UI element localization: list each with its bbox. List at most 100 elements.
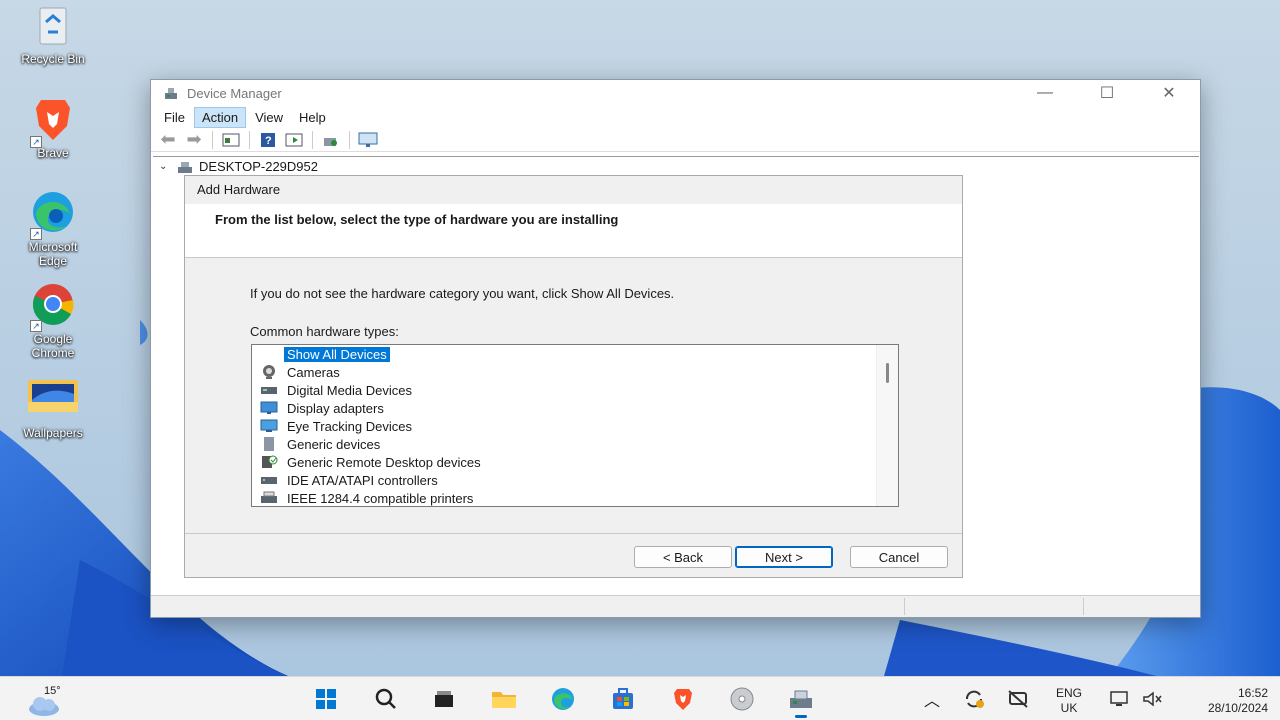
- display-adapter-icon: [260, 400, 278, 416]
- next-button[interactable]: Next >: [735, 546, 833, 568]
- list-item[interactable]: Generic devices: [252, 435, 898, 453]
- toolbar-separator: [349, 130, 350, 149]
- menu-help[interactable]: Help: [292, 108, 333, 127]
- tree-divider: [153, 156, 1199, 157]
- close-button[interactable]: ✕: [1138, 80, 1200, 106]
- desktop-icon-wallpapers[interactable]: Wallpapers: [8, 372, 98, 440]
- list-item-label: Generic Remote Desktop devices: [287, 454, 481, 470]
- sync-button[interactable]: [958, 683, 990, 715]
- hardware-type-list[interactable]: Show All Devices Cameras Digital Media D…: [251, 344, 899, 507]
- windows-icon: [316, 689, 336, 709]
- list-item-label: IDE ATA/ATAPI controllers: [287, 472, 438, 488]
- monitor-button[interactable]: [357, 130, 379, 150]
- update-driver-button[interactable]: [283, 130, 305, 150]
- weather-widget[interactable]: 15°: [26, 685, 66, 716]
- list-item[interactable]: Show All Devices: [252, 345, 898, 363]
- disc-app-button[interactable]: [726, 683, 758, 715]
- display-icon: [1110, 691, 1128, 706]
- shortcut-arrow-icon: ↗: [30, 136, 42, 148]
- menu-view[interactable]: View: [248, 108, 290, 127]
- keyboard-layout: UK: [1060, 701, 1078, 715]
- tree-root-label: DESKTOP-229D952: [199, 159, 318, 174]
- edge-icon: ↗: [24, 188, 82, 246]
- device-manager-taskbar-button[interactable]: [785, 683, 817, 718]
- back-button[interactable]: < Back: [634, 546, 732, 568]
- task-view-button[interactable]: [428, 683, 460, 715]
- minimize-button[interactable]: —: [1014, 80, 1076, 106]
- volume-button[interactable]: [1136, 683, 1168, 715]
- add-hardware-dialog: Add Hardware From the list below, select…: [184, 175, 963, 578]
- list-item[interactable]: IDE ATA/ATAPI controllers: [252, 471, 898, 489]
- help-icon: ?: [261, 132, 275, 147]
- menu-bar: File Action View Help: [151, 106, 1200, 128]
- list-item-label: Show All Devices: [284, 346, 390, 362]
- clock-date: 28/10/2024: [1207, 701, 1268, 715]
- desktop-icon-edge[interactable]: ↗ Microsoft Edge: [8, 188, 98, 268]
- device-manager-icon: [790, 690, 812, 708]
- brave-icon: ↗: [24, 96, 82, 154]
- list-item[interactable]: Display adapters: [252, 399, 898, 417]
- sync-icon: [966, 690, 984, 708]
- forward-button[interactable]: ➡: [183, 129, 205, 150]
- list-item-label: Generic devices: [287, 436, 381, 452]
- list-item[interactable]: Cameras: [252, 363, 898, 381]
- desktop-icon-recycle-bin[interactable]: Recycle Bin: [8, 4, 98, 66]
- toolbar-separator: [249, 130, 250, 149]
- language-code: ENG: [1055, 686, 1082, 700]
- chrome-icon: ↗: [24, 280, 82, 338]
- start-button[interactable]: [310, 683, 342, 715]
- list-item-label: Digital Media Devices: [287, 382, 412, 398]
- folder-icon: [492, 692, 516, 708]
- toolbar-separator: [312, 130, 313, 149]
- weather-temp: 15°: [44, 685, 61, 697]
- maximize-button[interactable]: ☐: [1076, 80, 1138, 106]
- dialog-hint: If you do not see the hardware category …: [250, 286, 675, 301]
- edge-taskbar-button[interactable]: [547, 683, 579, 715]
- help-button[interactable]: ?: [257, 130, 279, 150]
- search-button[interactable]: [370, 683, 402, 715]
- clock[interactable]: 16:52 28/10/2024: [1180, 686, 1276, 716]
- eye-tracking-icon: [260, 418, 278, 434]
- list-scrollbar[interactable]: [876, 345, 898, 506]
- back-button[interactable]: ⬅: [157, 129, 179, 150]
- file-explorer-button[interactable]: [488, 683, 520, 715]
- chevron-down-icon: ⌄: [159, 161, 168, 172]
- recycle-bin-icon: [24, 4, 82, 62]
- disc-icon: [730, 687, 754, 711]
- camera-icon: [260, 364, 278, 380]
- show-hidden-icons-button[interactable]: ︿: [916, 683, 948, 715]
- folder-icon: [24, 372, 82, 430]
- back-arrow-icon: ⬅: [160, 129, 176, 149]
- properties-icon: [222, 133, 240, 146]
- list-item[interactable]: IEEE 1284.4 compatible printers: [252, 489, 898, 506]
- list-item[interactable]: Eye Tracking Devices: [252, 417, 898, 435]
- maximize-icon: ☐: [1099, 85, 1115, 102]
- remote-desktop-icon: [260, 454, 278, 470]
- printer-icon: [260, 490, 278, 506]
- desktop-icon-chrome[interactable]: ↗ Google Chrome: [8, 280, 98, 360]
- dialog-title: Add Hardware: [185, 176, 962, 204]
- scrollbar-thumb[interactable]: [886, 363, 889, 383]
- list-item-label: Eye Tracking Devices: [287, 418, 412, 434]
- dialog-heading: From the list below, select the type of …: [215, 212, 619, 227]
- brave-taskbar-button[interactable]: [667, 683, 699, 715]
- tree-root-node[interactable]: ⌄ DESKTOP-229D952: [159, 159, 318, 174]
- language-indicator[interactable]: ENG UK: [1046, 686, 1092, 716]
- properties-button[interactable]: [220, 130, 242, 150]
- list-item[interactable]: Digital Media Devices: [252, 381, 898, 399]
- window-title: Device Manager: [187, 85, 282, 101]
- menu-action[interactable]: Action: [193, 106, 247, 128]
- menu-file[interactable]: File: [157, 108, 192, 127]
- desktop-icon-brave[interactable]: ↗ Brave: [8, 96, 98, 160]
- clock-time: 16:52: [1237, 686, 1268, 700]
- dialog-footer-divider: [185, 533, 962, 534]
- toolbar: ⬅ ➡ ?: [151, 128, 1200, 152]
- store-button[interactable]: [607, 683, 639, 715]
- cancel-button[interactable]: Cancel: [850, 546, 948, 568]
- ide-controller-icon: [260, 472, 278, 488]
- network-button[interactable]: [1002, 683, 1034, 715]
- list-item[interactable]: Generic Remote Desktop devices: [252, 453, 898, 471]
- scan-hardware-button[interactable]: [320, 130, 342, 150]
- display-button[interactable]: [1104, 683, 1136, 715]
- chevron-up-icon: ︿: [923, 693, 940, 710]
